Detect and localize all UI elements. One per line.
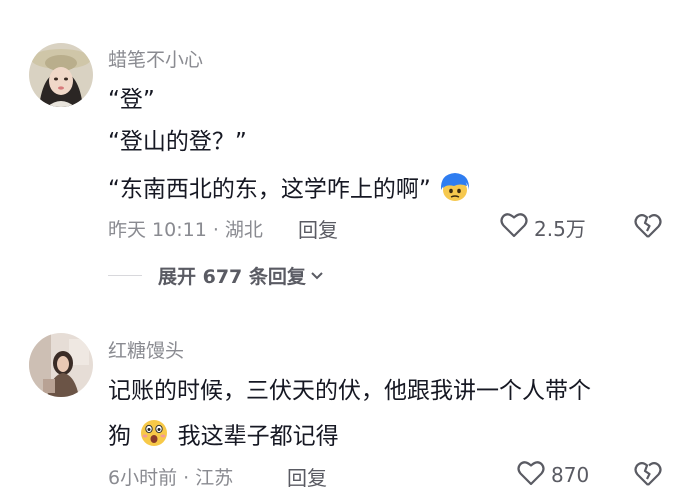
expand-replies[interactable]: 展开 677 条回复 bbox=[108, 262, 324, 289]
broken-heart-icon bbox=[634, 214, 662, 243]
reply-button[interactable]: 回复 bbox=[298, 214, 338, 243]
comment-item: 蜡笔不小心 “登” “登山的登？” “东南西北的东，这学咋上的啊” 昨天 10:… bbox=[0, 0, 690, 300]
dislike-button[interactable] bbox=[634, 213, 662, 243]
heart-outline-icon bbox=[500, 212, 528, 242]
shocked-face-emoji bbox=[138, 418, 170, 456]
comment-text-line: 狗 我这辈子都记得 bbox=[108, 418, 339, 456]
username[interactable]: 红糖馒头 bbox=[108, 336, 184, 363]
like-button[interactable]: 2.5万 bbox=[500, 212, 586, 242]
comment-item: 红糖馒头 记账的时候，三伏天的伏，他跟我讲一个人带个 狗 我这辈子都记得 6小时… bbox=[0, 300, 690, 503]
comment-text-segment: 我这辈子都记得 bbox=[177, 423, 339, 450]
heart-outline-icon bbox=[517, 460, 545, 490]
broken-heart-icon bbox=[634, 462, 662, 491]
reply-button[interactable]: 回复 bbox=[287, 462, 327, 491]
like-count: 2.5万 bbox=[534, 216, 586, 241]
avatar[interactable] bbox=[29, 43, 93, 107]
comment-text-line: “东南西北的东，这学咋上的啊” bbox=[108, 170, 472, 210]
comment-text-segment: 狗 bbox=[108, 423, 131, 450]
like-button[interactable]: 870 bbox=[517, 460, 589, 490]
divider bbox=[108, 275, 142, 276]
chevron-down-icon bbox=[310, 271, 324, 281]
like-count: 870 bbox=[551, 463, 590, 487]
avatar[interactable] bbox=[29, 333, 93, 397]
comment-meta: 昨天 10:11 · 湖北 bbox=[108, 219, 263, 241]
blue-hair-face-emoji bbox=[438, 170, 472, 210]
comment-text-line: 记账的时候，三伏天的伏，他跟我讲一个人带个 bbox=[108, 378, 591, 404]
comment-text-line: “登山的登？” bbox=[108, 129, 247, 155]
expand-replies-label: 展开 677 条回复 bbox=[158, 266, 306, 288]
comment-text-segment: “东南西北的东，这学咋上的啊” bbox=[108, 176, 431, 203]
dislike-button[interactable] bbox=[634, 461, 662, 491]
username[interactable]: 蜡笔不小心 bbox=[108, 45, 203, 72]
comment-meta: 6小时前 · 江苏 bbox=[108, 467, 234, 489]
comment-text-line: “登” bbox=[108, 87, 155, 113]
